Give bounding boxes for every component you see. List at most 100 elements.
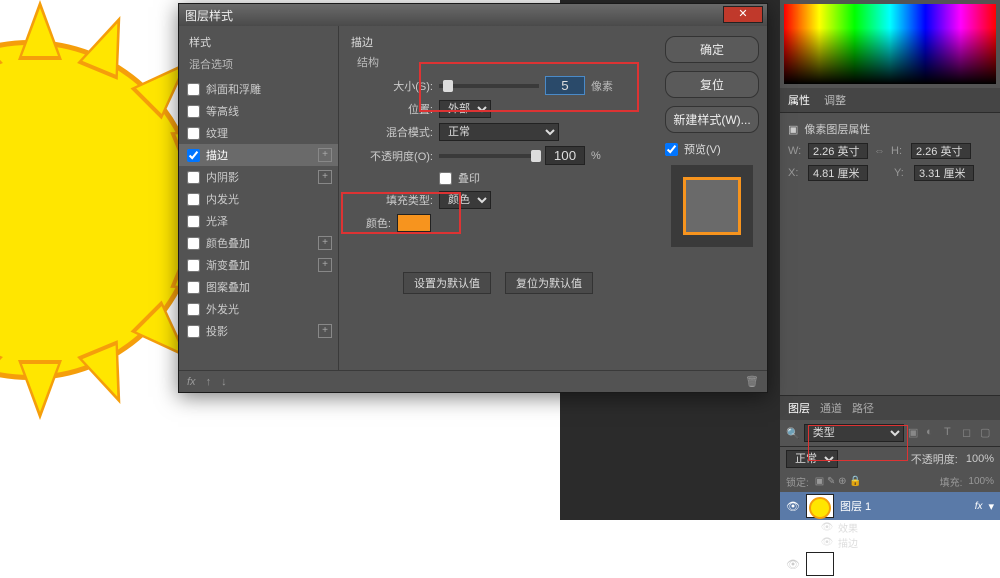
style-item-2[interactable]: 纹理 [179, 122, 338, 144]
filter-smart-icon[interactable]: ▢ [980, 426, 994, 440]
filter-img-icon[interactable]: ▣ [908, 426, 922, 440]
w-input[interactable] [808, 143, 868, 159]
arrow-up-icon[interactable]: ↑ [206, 376, 212, 388]
filter-shape-icon[interactable]: ◻ [962, 426, 976, 440]
layer-row-1[interactable]: 👁 图层 1 fx ▾ [780, 492, 1000, 520]
style-checkbox[interactable] [187, 281, 200, 294]
add-icon[interactable]: + [318, 324, 332, 338]
add-icon[interactable]: + [318, 236, 332, 250]
style-item-9[interactable]: 图案叠加 [179, 276, 338, 298]
style-item-5[interactable]: 内发光 [179, 188, 338, 210]
h-input[interactable] [911, 143, 971, 159]
preview-checkbox[interactable] [665, 143, 678, 156]
style-item-0[interactable]: 斜面和浮雕 [179, 78, 338, 100]
style-label: 内阴影 [206, 169, 239, 185]
visibility-icon[interactable]: 👁 [786, 500, 800, 513]
style-checkbox[interactable] [187, 171, 200, 184]
opacity-slider[interactable] [439, 154, 539, 158]
dialog-title: 图层样式 [185, 7, 233, 24]
tab-adjust[interactable]: 调整 [824, 92, 846, 108]
style-checkbox[interactable] [187, 259, 200, 272]
filter-type-select[interactable]: 类型 [804, 424, 904, 442]
layer-row-bg[interactable]: 👁 [780, 550, 1000, 578]
opacity-label: 不透明度: [911, 451, 958, 467]
filter-adj-icon[interactable]: ◐ [926, 426, 940, 440]
add-icon[interactable]: + [318, 258, 332, 272]
filltype-label: 填充类型: [351, 192, 433, 208]
arrow-down-icon[interactable]: ↓ [221, 376, 227, 388]
y-input[interactable] [914, 165, 974, 181]
fx-icon[interactable]: fx [187, 376, 196, 388]
size-unit: 像素 [591, 78, 613, 94]
style-item-7[interactable]: 颜色叠加+ [179, 232, 338, 254]
stroke-effect-row[interactable]: 👁描边 [780, 535, 1000, 550]
layer-thumb[interactable] [806, 494, 834, 518]
ok-button[interactable]: 确定 [665, 36, 759, 63]
trash-icon[interactable]: 🗑 [745, 375, 759, 388]
set-default-button[interactable]: 设置为默认值 [403, 272, 491, 294]
blend-select[interactable]: 正常 [439, 123, 559, 141]
layer-style-dialog: 图层样式 ✕ 样式 混合选项 斜面和浮雕等高线纹理描边+内阴影+内发光光泽颜色叠… [178, 3, 768, 393]
opacity-value[interactable]: 100% [966, 453, 994, 465]
style-checkbox[interactable] [187, 83, 200, 96]
style-item-1[interactable]: 等高线 [179, 100, 338, 122]
link-icon[interactable]: ⇔ [874, 145, 885, 157]
add-icon[interactable]: + [318, 148, 332, 162]
size-label: 大小(S): [351, 78, 433, 94]
fill-value[interactable]: 100% [968, 476, 994, 487]
style-item-8[interactable]: 渐变叠加+ [179, 254, 338, 276]
fx-badge[interactable]: fx [975, 501, 983, 512]
blend-options[interactable]: 混合选项 [179, 54, 338, 78]
opacity-label: 不透明度(O): [351, 148, 433, 164]
color-picker[interactable] [784, 4, 996, 84]
style-item-4[interactable]: 内阴影 + [179, 166, 338, 188]
color-label: 颜色: [351, 215, 391, 231]
lock-icons[interactable]: ▣ ✎ ⊕ 🔒 [815, 476, 862, 487]
style-label: 图案叠加 [206, 279, 250, 295]
tab-channels[interactable]: 通道 [820, 400, 842, 416]
size-input[interactable] [545, 76, 585, 95]
blend-label: 混合模式: [351, 124, 433, 140]
overprint-checkbox[interactable] [439, 172, 452, 185]
style-item-3[interactable]: 描边 + [179, 144, 338, 166]
size-slider[interactable] [439, 84, 539, 88]
visibility-icon[interactable]: 👁 [786, 558, 800, 571]
style-checkbox[interactable] [187, 215, 200, 228]
search-icon[interactable]: 🔍 [786, 427, 800, 440]
style-checkbox[interactable] [187, 105, 200, 118]
cancel-button[interactable]: 复位 [665, 71, 759, 98]
x-input[interactable] [808, 165, 868, 181]
layer-blend-select[interactable]: 正常 [786, 450, 838, 468]
layer-thumb-bg[interactable] [806, 552, 834, 576]
style-checkbox[interactable] [187, 193, 200, 206]
opacity-input[interactable] [545, 146, 585, 165]
style-checkbox[interactable] [187, 149, 200, 162]
color-swatch[interactable] [397, 214, 431, 232]
position-select[interactable]: 外部 [439, 100, 491, 118]
style-checkbox[interactable] [187, 127, 200, 140]
pixel-props-label: 像素图层属性 [804, 121, 870, 137]
reset-default-button[interactable]: 复位为默认值 [505, 272, 593, 294]
dialog-titlebar[interactable]: 图层样式 ✕ [179, 4, 767, 26]
style-item-6[interactable]: 光泽 [179, 210, 338, 232]
add-icon[interactable]: + [318, 170, 332, 184]
overprint-label: 叠印 [458, 170, 480, 186]
styles-header[interactable]: 样式 [179, 32, 338, 54]
preview-box [671, 165, 753, 247]
new-style-button[interactable]: 新建样式(W)... [665, 106, 759, 133]
effects-row[interactable]: 👁效果 [780, 520, 1000, 535]
filltype-select[interactable]: 颜色 [439, 191, 491, 209]
tab-properties[interactable]: 属性 [788, 92, 810, 108]
right-panels: 属性 调整 ▣像素图层属性 W: ⇔ H: X: Y: 图层 通道 路径 🔍 类… [780, 0, 1000, 520]
tab-paths[interactable]: 路径 [852, 400, 874, 416]
style-checkbox[interactable] [187, 303, 200, 316]
style-checkbox[interactable] [187, 325, 200, 338]
style-item-11[interactable]: 投影+ [179, 320, 338, 342]
style-label: 描边 [206, 147, 228, 163]
filter-text-icon[interactable]: T [944, 426, 958, 440]
close-button[interactable]: ✕ [723, 6, 763, 23]
chevron-down-icon[interactable]: ▾ [988, 500, 994, 513]
tab-layers[interactable]: 图层 [788, 400, 810, 416]
style-checkbox[interactable] [187, 237, 200, 250]
style-item-10[interactable]: 外发光 [179, 298, 338, 320]
